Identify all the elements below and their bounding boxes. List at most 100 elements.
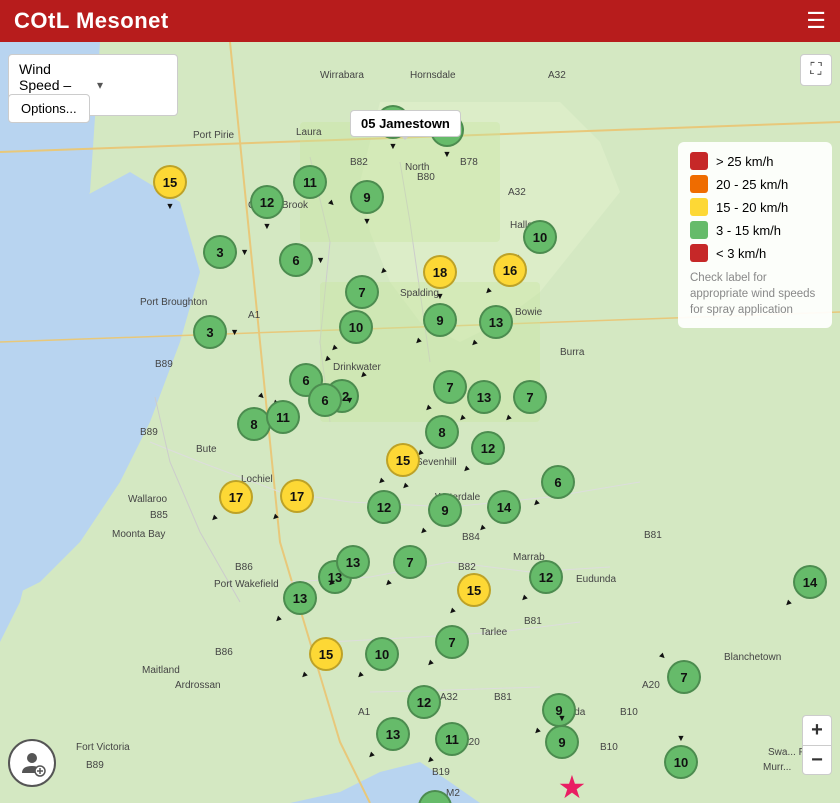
map-city-label: B10	[620, 707, 638, 718]
map-city-label: B84	[462, 532, 480, 543]
legend-color-swatch	[690, 221, 708, 239]
legend-color-swatch	[690, 175, 708, 193]
station-marker[interactable]: 15▼	[153, 165, 187, 199]
station-marker[interactable]: 12▼	[367, 490, 401, 524]
station-marker[interactable]: 13▼	[467, 380, 501, 414]
map-city-label: Drinkwater	[333, 362, 381, 373]
station-marker[interactable]: 14▼	[487, 490, 521, 524]
dropdown-arrow-icon: ▾	[97, 78, 167, 92]
station-marker[interactable]: 11▼	[435, 722, 469, 756]
map-city-label: Murr...	[763, 762, 791, 773]
map-city-label: B81	[524, 616, 542, 627]
station-marker[interactable]: 9▼	[350, 180, 384, 214]
station-marker[interactable]: 15▼	[457, 573, 491, 607]
legend-item: < 3 km/h	[690, 244, 820, 262]
station-marker[interactable]: 12▼	[407, 685, 441, 719]
station-marker[interactable]: 7▼	[393, 545, 427, 579]
station-marker[interactable]: 13▼	[479, 305, 513, 339]
station-marker[interactable]: 14▼	[793, 565, 827, 599]
station-marker[interactable]: 3▼	[203, 235, 237, 269]
legend-label: 3 - 15 km/h	[716, 223, 781, 238]
station-marker[interactable]: 13▼	[336, 545, 370, 579]
map-city-label: Laura	[296, 127, 322, 138]
station-marker[interactable]: 13▼	[283, 581, 317, 615]
station-marker[interactable]: 6▼	[308, 383, 342, 417]
legend-item: 15 - 20 km/h	[690, 198, 820, 216]
station-marker[interactable]: 7▼	[513, 380, 547, 414]
station-marker[interactable]: 17▼	[219, 480, 253, 514]
wind-direction-arrow: ▼	[363, 216, 372, 226]
station-marker[interactable]: 13▼	[376, 717, 410, 751]
map-container[interactable]: 05 Jamestown Wind Speed – 10m ▾ Options.…	[0, 42, 840, 803]
map-city-label: B89	[86, 760, 104, 771]
station-marker[interactable]: 10▼	[365, 637, 399, 671]
map-city-label: Hornsdale	[410, 70, 456, 81]
station-marker[interactable]: 16▼	[493, 253, 527, 287]
legend-color-swatch	[690, 152, 708, 170]
station-marker[interactable]: 8▼	[425, 415, 459, 449]
map-city-label: A32	[508, 187, 526, 198]
map-city-label: Eudunda	[576, 574, 616, 585]
profile-settings-button[interactable]	[8, 739, 56, 787]
station-marker[interactable]: 3▼	[193, 315, 227, 349]
map-city-label: Spalding	[400, 288, 439, 299]
station-marker[interactable]: 9▼	[428, 493, 462, 527]
map-city-label: Wirrabara	[320, 70, 364, 81]
station-marker[interactable]: 18▼	[423, 255, 457, 289]
legend-label: 20 - 25 km/h	[716, 177, 788, 192]
wind-direction-arrow: ▼	[263, 221, 272, 231]
map-city-label: A32	[440, 692, 458, 703]
legend-label: < 3 km/h	[716, 246, 766, 261]
station-marker[interactable]: 9▼	[545, 725, 579, 759]
map-city-label: B19	[432, 767, 450, 778]
station-marker[interactable]: 7▼	[345, 275, 379, 309]
map-city-label: B86	[215, 647, 233, 658]
station-marker[interactable]: 12▼	[471, 431, 505, 465]
map-city-label: Blanchetown	[724, 652, 781, 663]
fullscreen-icon: ⛶	[810, 61, 821, 79]
station-marker[interactable]: 11▼	[266, 400, 300, 434]
fullscreen-button[interactable]: ⛶	[800, 54, 832, 86]
station-marker[interactable]: 6▼	[279, 243, 313, 277]
zoom-out-button[interactable]: −	[802, 745, 832, 775]
tooltip-text: 05 Jamestown	[361, 116, 450, 131]
map-city-label: A1	[248, 310, 260, 321]
wind-direction-arrow: ▼	[443, 149, 452, 159]
station-marker[interactable]: 11▼	[293, 165, 327, 199]
options-button[interactable]: Options...	[8, 94, 90, 123]
map-city-label: A20	[642, 680, 660, 691]
wind-direction-arrow: ▼	[230, 327, 239, 337]
zoom-controls: + −	[802, 715, 832, 775]
station-marker[interactable]: 7▼	[433, 370, 467, 404]
station-marker[interactable]: 6▼	[541, 465, 575, 499]
station-marker[interactable]: 9▼	[423, 303, 457, 337]
map-city-label: Bowie	[515, 307, 542, 318]
station-marker[interactable]: 10▼	[664, 745, 698, 779]
wind-direction-arrow: ▼	[389, 141, 398, 151]
map-city-label: B78	[460, 157, 478, 168]
wind-direction-arrow: ▼	[345, 395, 354, 405]
station-marker[interactable]: 7▼	[667, 660, 701, 694]
legend-item: > 25 km/h	[690, 152, 820, 170]
station-marker[interactable]: 12▼	[250, 185, 284, 219]
map-city-label: Maitland	[142, 665, 180, 676]
wind-direction-arrow: ▼	[558, 713, 567, 723]
station-marker[interactable]: 7▼	[435, 625, 469, 659]
station-marker[interactable]: 15▼	[386, 443, 420, 477]
station-marker[interactable]: 15▼	[309, 637, 343, 671]
map-city-label: B82	[458, 562, 476, 573]
star-marker: ★	[558, 768, 587, 803]
station-marker[interactable]: 17▼	[280, 479, 314, 513]
station-marker[interactable]: 12▼	[529, 560, 563, 594]
map-city-label: B82	[350, 157, 368, 168]
legend-note: Check label for appropriate wind speeds …	[690, 270, 820, 318]
app-title: COtL Mesonet	[14, 8, 169, 34]
map-city-label: B81	[644, 530, 662, 541]
map-city-label: Port Wakefield	[214, 579, 279, 590]
profile-icon	[18, 749, 46, 777]
zoom-in-button[interactable]: +	[802, 715, 832, 745]
station-marker[interactable]: 10▼	[339, 310, 373, 344]
map-city-label: A1	[358, 707, 370, 718]
station-marker[interactable]: 10▼	[523, 220, 557, 254]
hamburger-icon[interactable]: ☰	[806, 8, 826, 34]
